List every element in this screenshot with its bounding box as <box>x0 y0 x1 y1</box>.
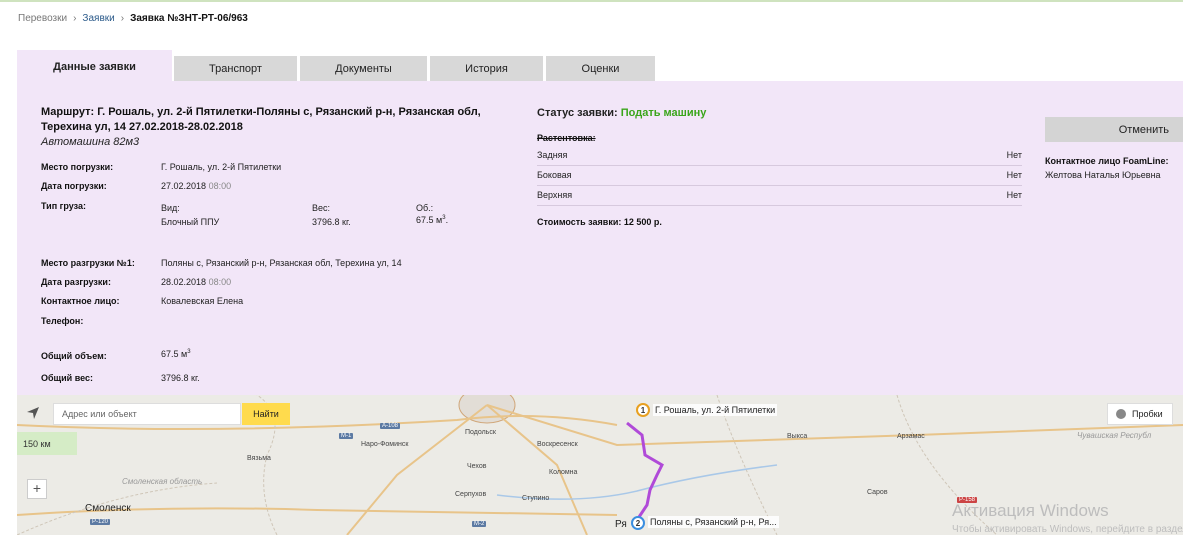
cargo-weight-label: Вес: <box>312 203 331 213</box>
loading-date-label: Дата погрузки: <box>41 181 107 191</box>
contact-value: Ковалевская Елена <box>161 296 244 306</box>
road-sign: М-1 <box>339 433 354 439</box>
tab-order-data[interactable]: Данные заявки <box>17 50 172 81</box>
order-cost: Стоимость заявки: 12 500 р. <box>537 217 662 227</box>
windows-activation-hint: Чтобы активировать Windows, перейдите в … <box>952 524 1183 535</box>
map-city: Чехов <box>467 463 487 470</box>
route-line-1: Маршрут: Г. Рошаль, ул. 2-й Пятилетки-По… <box>41 106 481 118</box>
contact-label: Контактное лицо: <box>41 296 120 306</box>
cargo-weight-value: 3796.8 кг. <box>312 217 351 227</box>
traffic-toggle[interactable]: Пробки <box>1107 403 1173 425</box>
loading-date-value: 27.02.2018 08:00 <box>161 181 232 191</box>
road-sign: А-108 <box>380 423 401 429</box>
top-accent-line <box>0 0 1183 2</box>
order-status: Статус заявки: Подать машину <box>537 107 707 119</box>
route-marker-1[interactable]: 1 <box>636 403 650 417</box>
loading-place-label: Место погрузки: <box>41 162 114 172</box>
road-sign: Р-120 <box>90 519 111 525</box>
foamline-contact-label: Контактное лицо FoamLine: <box>1045 156 1169 166</box>
breadcrumb-root[interactable]: Перевозки <box>18 13 67 24</box>
order-details-panel: Маршрут: Г. Рошаль, ул. 2-й Пятилетки-По… <box>17 81 1183 395</box>
tab-ratings[interactable]: Оценки <box>546 56 655 81</box>
map-region: Смоленская область <box>122 477 203 486</box>
unloading-date-value: 28.02.2018 08:00 <box>161 277 232 287</box>
traffic-icon <box>1116 409 1126 419</box>
unloading-place-value: Поляны с, Рязанский р-н, Рязанская обл, … <box>161 258 402 268</box>
rastentovka-row: Верхняя Нет <box>537 185 1022 206</box>
map-search-input[interactable]: Адрес или объект <box>53 403 241 425</box>
locate-me-icon[interactable] <box>25 405 41 421</box>
cancel-button[interactable]: Отменить <box>1045 117 1183 142</box>
road-sign: М-2 <box>472 521 487 527</box>
foamline-contact-name: Желтова Наталья Юрьевна <box>1045 170 1161 180</box>
tab-documents[interactable]: Документы <box>300 56 427 81</box>
tab-transport[interactable]: Транспорт <box>174 56 297 81</box>
map-city: Воскресенск <box>537 441 578 448</box>
windows-activation-watermark: Активация Windows <box>952 501 1109 520</box>
breadcrumb: Перевозки › Заявки › Заявка №ЗНТ-РТ-06/963 <box>18 13 248 24</box>
rastentovka-title: Растентовка: <box>537 133 596 143</box>
unloading-date-label: Дата разгрузки: <box>41 277 111 287</box>
phone-label: Телефон: <box>41 316 84 326</box>
cargo-volume-label: Об.: <box>416 203 434 213</box>
unloading-place-label: Место разгрузки №1: <box>41 258 135 268</box>
route-marker-2[interactable]: 2 <box>631 516 645 530</box>
map-city: Ря <box>615 519 627 530</box>
route-marker-2-label: Поляны с, Рязанский р-н, Ря... <box>648 516 779 528</box>
traffic-label: Пробки <box>1132 409 1163 419</box>
map-city: Саров <box>867 489 888 496</box>
route-map[interactable]: Адрес или объект Найти 150 км + Вязьма С… <box>17 395 1183 535</box>
total-volume-value: 67.5 м3 <box>161 349 191 359</box>
rastentovka-row: Боковая Нет <box>537 165 1022 186</box>
map-city: Арзамас <box>897 433 925 440</box>
breadcrumb-separator: › <box>73 13 77 24</box>
vehicle-type: Автомашина 82м3 <box>41 136 140 148</box>
cargo-kind-label: Вид: <box>161 203 180 213</box>
map-city: Серпухов <box>455 491 487 498</box>
total-volume-label: Общий объем: <box>41 351 107 361</box>
cargo-type-label: Тип груза: <box>41 201 86 211</box>
cargo-volume-value: 67.5 м3. <box>416 215 449 225</box>
status-value: Подать машину <box>620 107 707 119</box>
zoom-in-button[interactable]: + <box>27 479 47 499</box>
breadcrumb-link-orders[interactable]: Заявки <box>82 13 114 24</box>
map-region: Чувашская Республ <box>1077 431 1152 440</box>
map-city: Вязьма <box>247 455 271 462</box>
tab-history[interactable]: История <box>430 56 543 81</box>
cargo-kind-value: Блочный ППУ <box>161 217 220 227</box>
route-line-2: Терехина ул, 14 27.02.2018-28.02.2018 <box>41 121 243 133</box>
route-title: Маршрут: Г. Рошаль, ул. 2-й Пятилетки-По… <box>41 105 481 135</box>
map-city: Выкса <box>787 433 808 440</box>
map-city: Наро-Фоминск <box>361 441 409 448</box>
map-city: Ступино <box>522 495 550 502</box>
map-scale: 150 км <box>17 432 77 455</box>
map-city: Подольск <box>465 429 496 436</box>
map-find-button[interactable]: Найти <box>242 403 290 425</box>
map-city: Смоленск <box>85 503 131 514</box>
route-marker-1-label: Г. Рошаль, ул. 2-й Пятилетки <box>653 404 778 416</box>
breadcrumb-current: Заявка №ЗНТ-РТ-06/963 <box>130 13 248 24</box>
loading-place-value: Г. Рошаль, ул. 2-й Пятилетки <box>161 162 282 172</box>
total-weight-label: Общий вес: <box>41 373 94 383</box>
map-city: Коломна <box>549 469 578 476</box>
rastentovka-row: Задняя Нет <box>537 145 1022 166</box>
total-weight-value: 3796.8 кг. <box>161 373 200 383</box>
route-line <box>626 421 664 518</box>
breadcrumb-separator: › <box>120 13 125 24</box>
